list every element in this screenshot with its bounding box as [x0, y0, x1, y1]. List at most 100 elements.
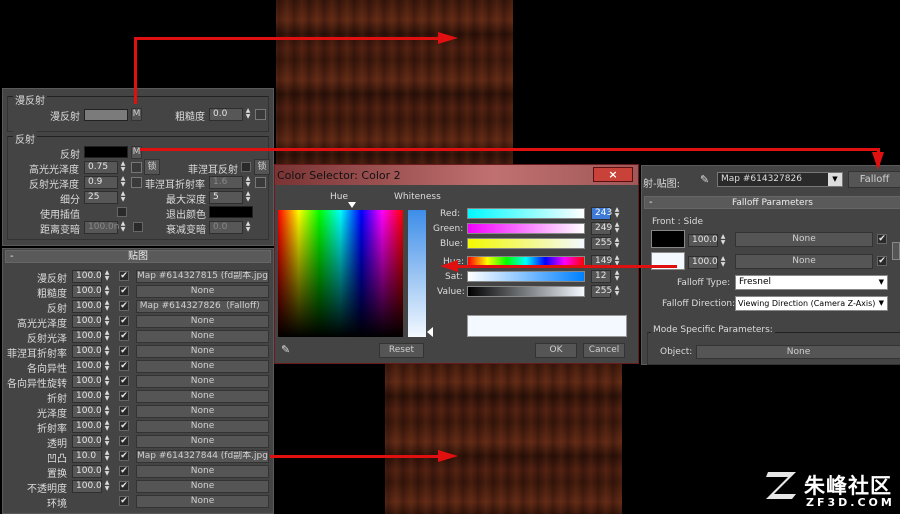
map-enable-checkbox[interactable]: ✔ [119, 346, 129, 356]
swap-colors-icon[interactable] [892, 242, 900, 260]
exit-color-swatch[interactable] [209, 206, 253, 218]
sat-spinner[interactable]: ▲ ▼ [613, 270, 621, 283]
green-spinner[interactable]: ▲ ▼ [613, 222, 621, 235]
value-input[interactable]: 255 [591, 285, 612, 298]
dim-falloff-input[interactable]: 0.0 [209, 221, 243, 234]
front-color-swatch[interactable] [651, 230, 685, 248]
side-amount-input[interactable]: 100.0 [688, 256, 718, 269]
map-amount-input[interactable]: 100.0 [72, 390, 102, 403]
map-enable-checkbox[interactable]: ✔ [119, 331, 129, 341]
map-amount-input[interactable]: 100.0 [72, 405, 102, 418]
red-spinner[interactable]: ▲ ▼ [613, 207, 621, 220]
map-amount-spinner[interactable]: ▲ ▼ [103, 270, 111, 283]
map-slot-button[interactable]: None [136, 285, 269, 298]
max-depth-spinner[interactable]: ▲ ▼ [244, 191, 252, 204]
map-slot-button[interactable]: None [136, 405, 269, 418]
sat-input[interactable]: 12 [591, 270, 611, 283]
refl-gloss-map-button[interactable] [131, 177, 142, 188]
sat-slider[interactable] [467, 271, 585, 282]
map-enable-checkbox[interactable]: ✔ [119, 466, 129, 476]
value-slider[interactable] [467, 286, 585, 297]
map-amount-input[interactable]: 100.0 [72, 300, 102, 313]
value-spinner[interactable]: ▲ ▼ [613, 285, 621, 298]
map-enable-checkbox[interactable]: ✔ [119, 451, 129, 461]
map-amount-input[interactable]: 100.0 [72, 270, 102, 283]
falloff-type-dropdown[interactable]: Fresnel ▼ [735, 275, 888, 290]
fresnel-ior-spinner[interactable]: ▲ ▼ [244, 176, 252, 189]
map-amount-spinner[interactable]: ▲ ▼ [103, 405, 111, 418]
subdivs-input[interactable]: 25 [84, 191, 118, 204]
map-amount-input[interactable]: 100.0 [72, 345, 102, 358]
roughness-map-button[interactable] [255, 109, 266, 120]
hue-saturation-field[interactable] [278, 210, 403, 337]
map-amount-input[interactable]: 100.0 [72, 480, 102, 493]
hilight-gloss-spinner[interactable]: ▲ ▼ [119, 161, 127, 174]
map-enable-checkbox[interactable]: ✔ [119, 406, 129, 416]
map-amount-input[interactable]: 100.0 [72, 285, 102, 298]
front-map-checkbox[interactable]: ✔ [877, 234, 887, 244]
dim-falloff-spinner[interactable]: ▲ ▼ [244, 221, 252, 234]
map-slot-button[interactable]: None [136, 345, 269, 358]
map-amount-spinner[interactable]: ▲ ▼ [103, 315, 111, 328]
dim-dist-spinner[interactable]: ▲ ▼ [119, 221, 127, 234]
eyedropper-icon[interactable]: ✎ [281, 344, 293, 356]
map-slot-button[interactable]: None [136, 360, 269, 373]
map-enable-checkbox[interactable]: ✔ [119, 436, 129, 446]
map-enable-checkbox[interactable]: ✔ [119, 286, 129, 296]
front-amount-input[interactable]: 100.0 [688, 234, 718, 247]
map-amount-input[interactable]: 100.0 [72, 360, 102, 373]
front-amount-spinner[interactable]: ▲ ▼ [719, 234, 727, 247]
falloff-params-header[interactable]: - Falloff Parameters [644, 196, 900, 209]
map-enable-checkbox[interactable]: ✔ [119, 361, 129, 371]
close-button[interactable]: × [593, 167, 633, 182]
blue-spinner[interactable]: ▲ ▼ [613, 237, 621, 250]
red-input[interactable]: 243 [591, 207, 612, 220]
map-enable-checkbox[interactable]: ✔ [119, 391, 129, 401]
map-slot-button[interactable]: None [136, 315, 269, 328]
maps-rollout-header[interactable]: - 贴图 [5, 250, 271, 263]
map-dropdown-arrow-icon[interactable]: ▼ [828, 173, 842, 186]
map-amount-input[interactable]: 100.0 [72, 435, 102, 448]
map-slot-button[interactable]: None [136, 495, 269, 508]
map-amount-spinner[interactable]: ▲ ▼ [103, 390, 111, 403]
roughness-input[interactable]: 0.0 [209, 108, 243, 121]
green-slider[interactable] [467, 223, 585, 234]
red-slider[interactable] [467, 208, 585, 219]
fresnel-lock-button[interactable]: 锁 [254, 159, 270, 175]
map-amount-spinner[interactable]: ▲ ▼ [103, 300, 111, 313]
map-amount-spinner[interactable]: ▲ ▼ [103, 360, 111, 373]
map-slot-button[interactable]: None [136, 465, 269, 478]
map-enable-checkbox[interactable]: ✔ [119, 376, 129, 386]
map-slot-button[interactable]: Map #614327844 (fd副本.jpg) [136, 450, 269, 463]
object-pick-button[interactable]: None [696, 345, 900, 359]
map-slot-button[interactable]: Map #614327826（Falloff） [136, 300, 269, 313]
map-amount-spinner[interactable]: ▲ ▼ [103, 465, 111, 478]
fresnel-ior-input[interactable]: 1.6 [209, 176, 243, 189]
map-amount-spinner[interactable]: ▲ ▼ [103, 330, 111, 343]
hilight-lock-button[interactable]: 锁 [144, 159, 160, 175]
dim-dist-input[interactable]: 100.0n [84, 221, 119, 234]
blue-slider[interactable] [467, 238, 585, 249]
dim-dist-checkbox[interactable] [133, 222, 143, 232]
ok-button[interactable]: OK [535, 343, 577, 358]
side-map-button[interactable]: None [735, 254, 873, 269]
whiteness-slider[interactable] [408, 210, 426, 337]
diffuse-map-button[interactable]: M [131, 108, 142, 121]
green-input[interactable]: 249 [591, 222, 612, 235]
roughness-spinner[interactable]: ▲ ▼ [244, 108, 252, 121]
map-enable-checkbox[interactable]: ✔ [119, 481, 129, 491]
map-slot-button[interactable]: None [136, 420, 269, 433]
fresnel-checkbox[interactable] [241, 162, 251, 172]
map-amount-input[interactable]: 100.0 [72, 420, 102, 433]
front-map-button[interactable]: None [735, 232, 873, 247]
use-interp-checkbox[interactable] [117, 207, 127, 217]
diffuse-color-swatch[interactable] [84, 109, 128, 121]
falloff-direction-dropdown[interactable]: Viewing Direction (Camera Z-Axis) ▼ [735, 296, 888, 311]
map-name-field[interactable]: Map #614327826 [717, 172, 843, 187]
map-amount-spinner[interactable]: ▲ ▼ [103, 285, 111, 298]
map-enable-checkbox[interactable]: ✔ [119, 271, 129, 281]
refl-gloss-input[interactable]: 0.9 [84, 176, 118, 189]
map-amount-spinner[interactable]: ▲ ▼ [103, 450, 111, 463]
eyedropper-icon[interactable]: ✎ [700, 173, 709, 186]
map-enable-checkbox[interactable]: ✔ [119, 316, 129, 326]
